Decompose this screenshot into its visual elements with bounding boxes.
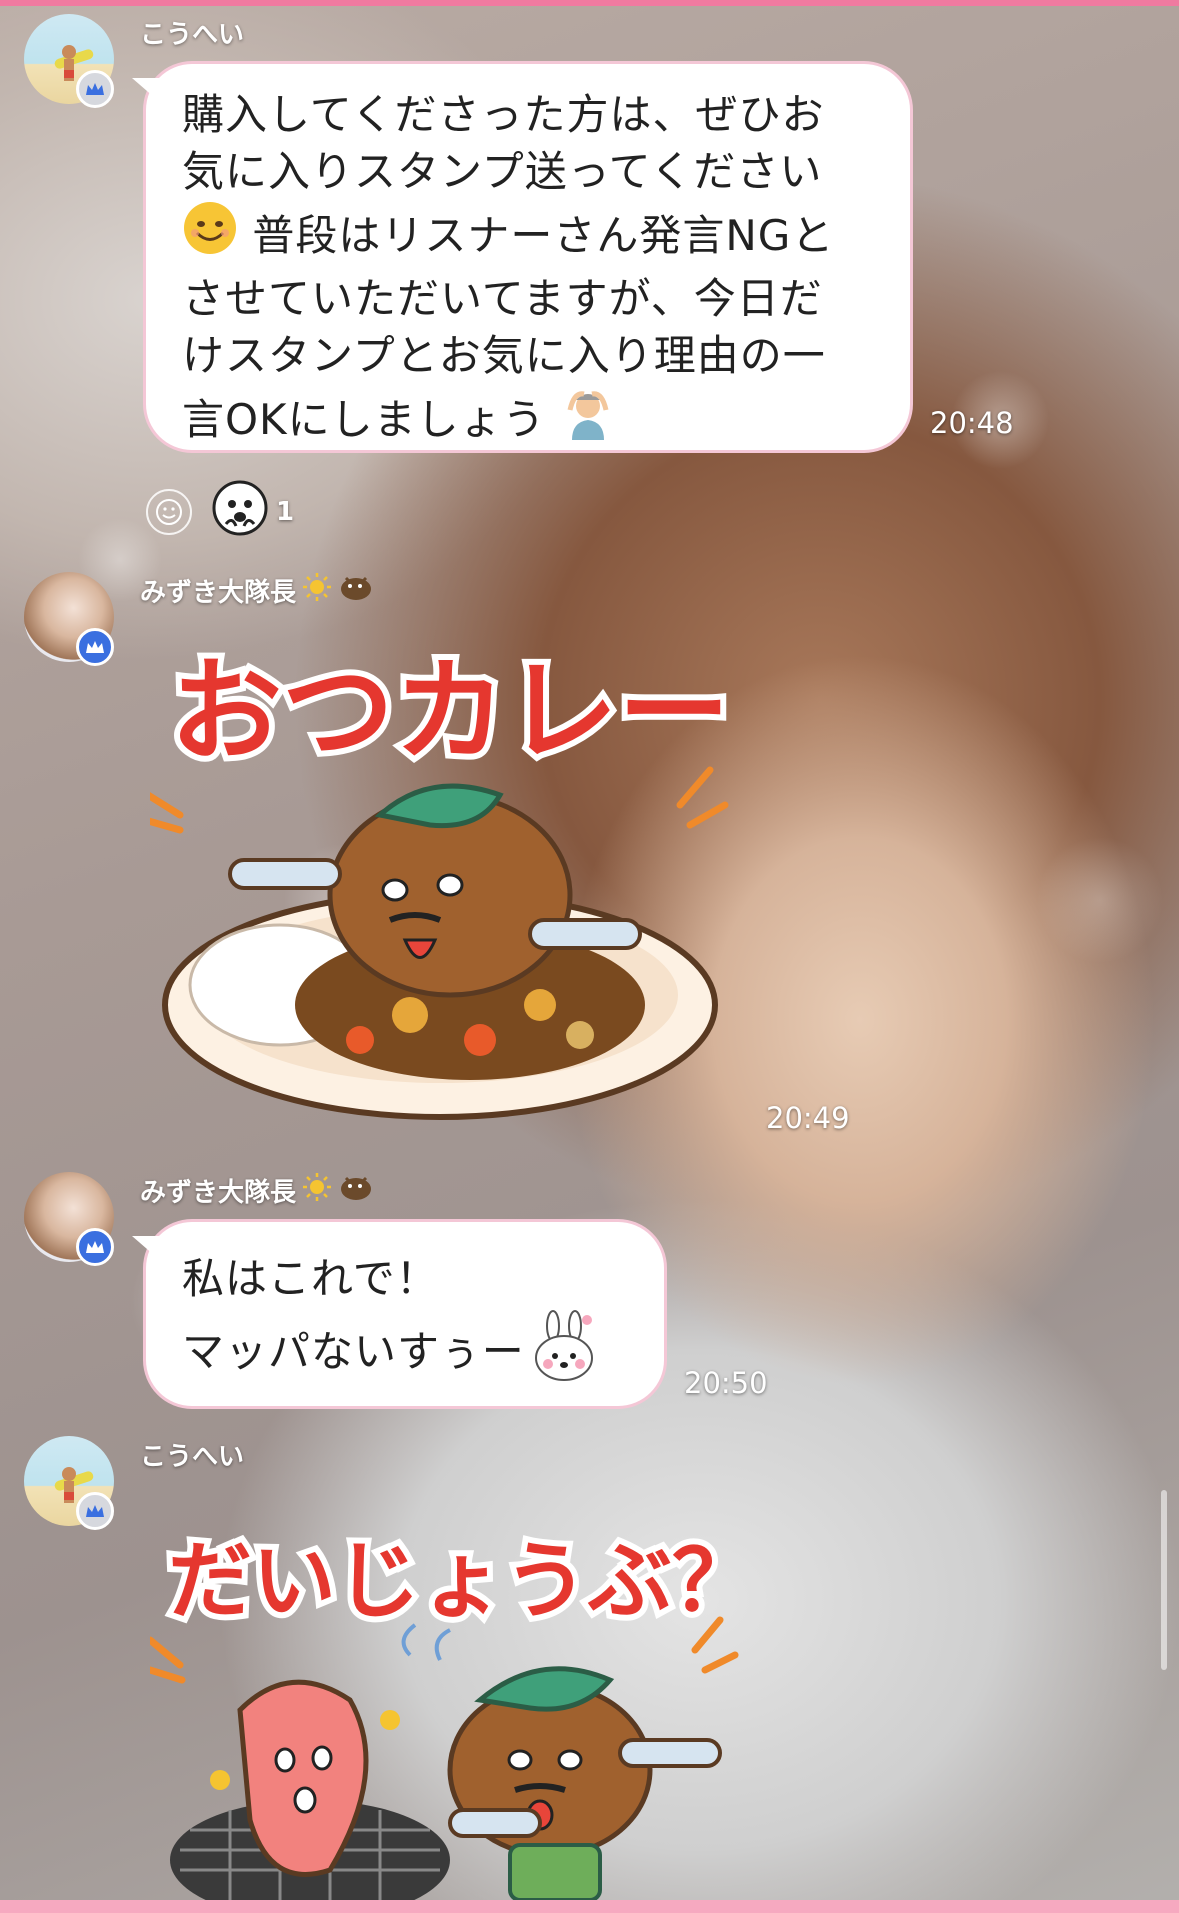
crown-badge-icon (76, 1228, 114, 1266)
message-bubble[interactable]: 私はこれで！ マッパないすぅー (146, 1222, 664, 1406)
message-line-with-sticker: マッパないすぅー (182, 1310, 628, 1407)
bottom-accent-bar (0, 1900, 1179, 1913)
sender-name: こうへい (140, 1442, 245, 1472)
bunny-sticker-icon (525, 1310, 603, 1407)
daijoubu-sticker[interactable]: だいじょうぶ？ (146, 1490, 762, 1913)
message-line: 気に入りスタンプ送ってください (182, 147, 823, 196)
smile-add-reaction-icon[interactable] (146, 488, 192, 535)
message-timestamp: 20:49 (766, 1101, 850, 1135)
top-accent-bar (0, 0, 1179, 6)
message-line-with-emoji: 普段はリスナーさん発言NGと (182, 200, 874, 270)
reaction-count-chip[interactable]: 1 (212, 480, 294, 543)
message-line: 私はこれで！ (182, 1254, 439, 1303)
reaction-sticker-icon (212, 480, 268, 543)
person-gesture-emoji-icon (560, 384, 616, 454)
message-bubble[interactable]: 購入してくださった方は、ぜひお 気に入りスタンプ送ってください 普段はリスナーさ… (146, 64, 910, 450)
crown-badge-icon (76, 628, 114, 666)
message-timestamp: 20:48 (930, 406, 1014, 440)
kiwi-emoji-icon (338, 1172, 374, 1209)
sun-emoji-icon (302, 572, 332, 609)
message-timestamp: 20:50 (684, 1366, 768, 1400)
kiwi-emoji-icon (338, 572, 374, 609)
sender-name: こうへい (140, 20, 245, 50)
sticker-caption: だいじょうぶ？ (168, 1532, 740, 1630)
message-line: させていただいてますが、今日だ (182, 274, 823, 323)
smile-emoji-icon (182, 200, 238, 270)
reaction-row: 1 (146, 480, 294, 543)
crown-badge-icon (76, 1492, 114, 1530)
sticker-caption: おつカレー (170, 647, 730, 777)
message-line: 購入してくださった方は、ぜひお (182, 90, 825, 139)
message-line-with-emoji: 言OKにしましょう (182, 384, 874, 454)
message-line: けスタンプとお気に入り理由の一 (182, 331, 826, 380)
curry-sticker[interactable]: おつカレー (136, 620, 740, 1140)
sender-name: みずき大隊長 (140, 1172, 374, 1209)
sun-emoji-icon (302, 1172, 332, 1209)
crown-badge-icon (76, 70, 114, 108)
sender-name: みずき大隊長 (140, 572, 374, 609)
scrollbar-thumb[interactable] (1161, 1490, 1167, 1670)
